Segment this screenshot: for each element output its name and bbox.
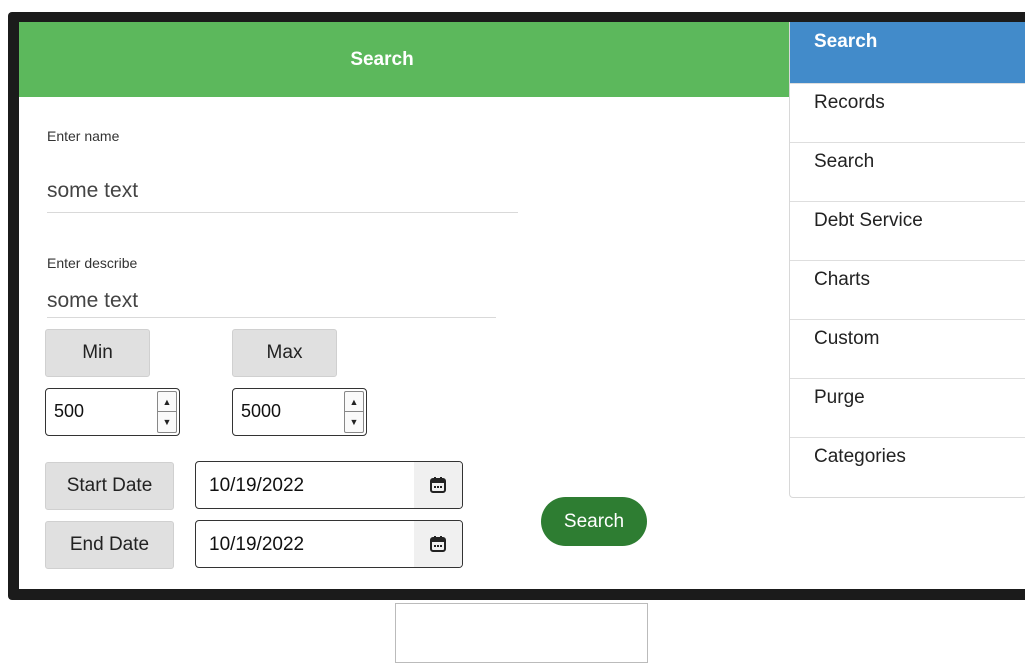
sidebar-item-debt-service[interactable]: Debt Service	[790, 202, 1025, 261]
search-submit-label: Search	[563, 510, 625, 532]
page-header: Search	[19, 22, 789, 97]
max-value: 5000	[241, 401, 282, 421]
max-label: Max	[266, 342, 303, 363]
end-date-label: End Date	[69, 534, 150, 555]
sidebar-item-label: Custom	[814, 328, 880, 349]
name-input[interactable]	[47, 170, 518, 213]
sidebar-item-purge[interactable]: Purge	[790, 379, 1025, 438]
sidebar-item-label: Search	[814, 151, 875, 172]
min-stepper[interactable]: ▲ ▼	[157, 391, 177, 433]
calendar-icon[interactable]	[414, 521, 462, 567]
page-title: Search	[350, 48, 414, 70]
sidebar-item-label: Search	[814, 31, 878, 52]
max-input[interactable]: 5000 ▲ ▼	[232, 388, 367, 436]
sidebar-item-custom[interactable]: Custom	[790, 320, 1025, 379]
monitor-stand	[395, 603, 648, 663]
sidebar-item-label: Debt Service	[814, 210, 923, 231]
max-stepper[interactable]: ▲ ▼	[344, 391, 364, 433]
sidebar-item-label: Charts	[814, 269, 870, 290]
sidebar-item-search[interactable]: Search	[790, 143, 1025, 202]
min-input[interactable]: 500 ▲ ▼	[45, 388, 180, 436]
app-window: Search Enter name Enter describe Min Max…	[19, 22, 1025, 589]
sidebar-item-label: Purge	[814, 387, 865, 408]
start-date-value: 10/19/2022	[209, 475, 305, 496]
max-button[interactable]: Max	[232, 329, 337, 377]
sidebar-item-categories[interactable]: Categories	[790, 438, 1025, 497]
spin-up-icon[interactable]: ▲	[158, 392, 176, 412]
search-submit-button[interactable]: Search	[541, 497, 647, 546]
start-date-input[interactable]: 10/19/2022	[195, 461, 463, 509]
end-date-input[interactable]: 10/19/2022	[195, 520, 463, 568]
calendar-icon[interactable]	[414, 462, 462, 508]
name-label: Enter name	[47, 128, 120, 144]
sidebar-item-charts[interactable]: Charts	[790, 261, 1025, 320]
spin-down-icon[interactable]: ▼	[345, 412, 363, 432]
min-value: 500	[54, 401, 85, 421]
describe-label: Enter describe	[47, 255, 138, 271]
end-date-button[interactable]: End Date	[45, 521, 174, 569]
sidebar-nav: Search Records Search Debt Service Chart…	[789, 22, 1025, 498]
min-button[interactable]: Min	[45, 329, 150, 377]
end-date-value: 10/19/2022	[209, 534, 305, 555]
sidebar-item-label: Records	[814, 92, 885, 113]
start-date-button[interactable]: Start Date	[45, 462, 174, 510]
min-label: Min	[82, 342, 113, 363]
start-date-label: Start Date	[66, 475, 153, 496]
describe-input[interactable]	[47, 285, 496, 318]
sidebar-item-records[interactable]: Records	[790, 84, 1025, 143]
sidebar-item-label: Categories	[814, 446, 906, 467]
spin-down-icon[interactable]: ▼	[158, 412, 176, 432]
sidebar-item-search-active[interactable]: Search	[790, 22, 1025, 84]
spin-up-icon[interactable]: ▲	[345, 392, 363, 412]
